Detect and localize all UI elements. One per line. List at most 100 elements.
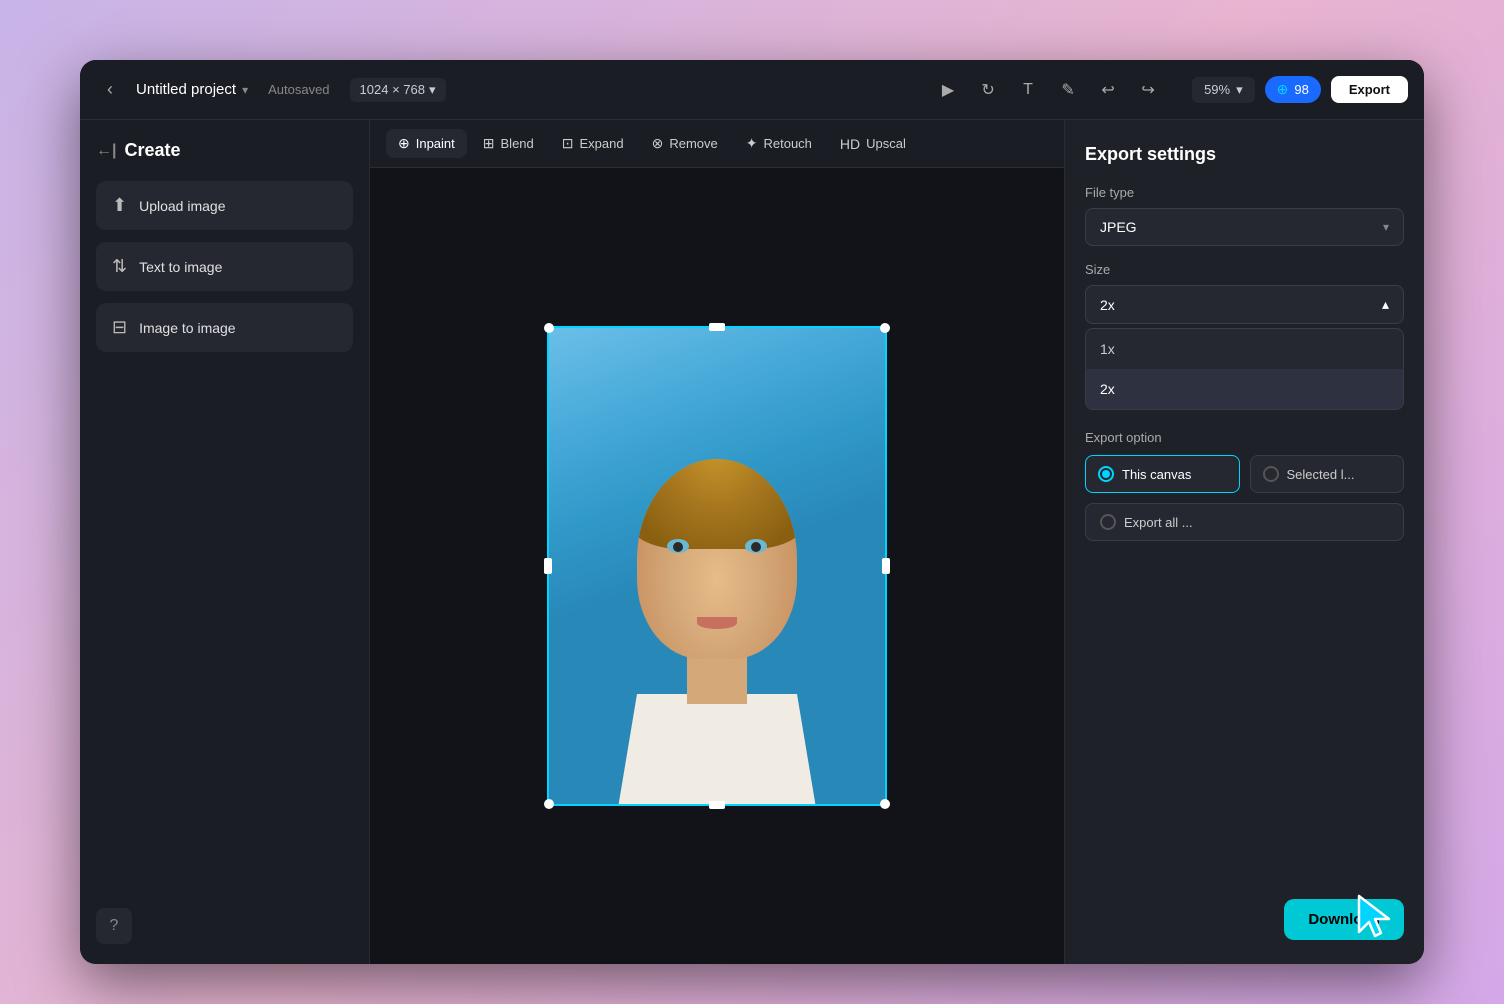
export-all-radio — [1100, 514, 1116, 530]
resize-handle-bm[interactable] — [709, 801, 725, 809]
blend-tool-button[interactable]: ⊞ Blend — [471, 129, 546, 158]
file-type-label: File type — [1085, 185, 1404, 200]
zoom-selector[interactable]: 59% ▾ — [1192, 77, 1255, 103]
size-option-1x-label: 1x — [1100, 341, 1115, 357]
right-panel: Layers History ▾ Export settings File ty… — [1064, 120, 1424, 964]
retouch-icon: ✦ — [746, 135, 758, 152]
canvas-image-container[interactable] — [547, 326, 887, 806]
portrait-hair — [637, 459, 797, 549]
size-option-2x[interactable]: 2x — [1086, 369, 1403, 409]
resize-handle-ml[interactable] — [544, 558, 552, 574]
canvas-image — [549, 328, 885, 804]
resize-handle-mr[interactable] — [882, 558, 890, 574]
sidebar-footer: ? — [96, 908, 353, 944]
upload-image-icon: ⬆ — [112, 195, 127, 216]
size-select-button[interactable]: 2x ▴ — [1085, 285, 1404, 324]
rotate-tool-button[interactable]: ↻ — [972, 74, 1004, 106]
download-button[interactable]: Download — [1284, 899, 1404, 940]
size-chevron-icon: ▴ — [1382, 296, 1389, 313]
image-to-image-icon: ⊟ — [112, 317, 127, 338]
file-type-select[interactable]: JPEG ▾ — [1085, 208, 1404, 246]
remove-tool-button[interactable]: ⊗ Remove — [640, 129, 730, 158]
dimensions-selector[interactable]: 1024 × 768 ▾ — [350, 78, 446, 102]
dimensions-value: 1024 × 768 — [360, 82, 425, 97]
upscal-icon: HD — [840, 136, 860, 152]
main-layout: ←| Create ⬆ Upload image ⇅ Text to image… — [80, 120, 1424, 964]
autosaved-status: Autosaved — [268, 82, 329, 97]
title-chevron-icon: ▾ — [242, 83, 248, 97]
select-tool-button[interactable]: ▶ — [932, 74, 964, 106]
export-options-row: This canvas Selected l... — [1085, 455, 1404, 493]
selected-option[interactable]: Selected l... — [1250, 455, 1405, 493]
size-select-container: 2x ▴ 1x 2x — [1085, 285, 1404, 410]
sidebar-create-label: Create — [124, 140, 180, 161]
app-container: ‹ Untitled project ▾ Autosaved 1024 × 76… — [80, 60, 1424, 964]
retouch-label: Retouch — [763, 136, 811, 151]
remove-label: Remove — [669, 136, 717, 151]
sidebar: ←| Create ⬆ Upload image ⇅ Text to image… — [80, 120, 370, 964]
pen-tool-button[interactable]: ✎ — [1052, 74, 1084, 106]
redo-button[interactable]: ↪ — [1132, 74, 1164, 106]
expand-icon: ⊡ — [562, 135, 574, 152]
zoom-value: 59% — [1204, 82, 1230, 97]
portrait-eye-left — [667, 539, 689, 553]
export-button[interactable]: Export — [1331, 76, 1408, 103]
sidebar-header: ←| Create — [96, 140, 353, 161]
export-panel-title: Export settings — [1085, 144, 1404, 165]
export-option-label: Export option — [1085, 430, 1404, 445]
credits-button[interactable]: ⊕ 98 — [1265, 76, 1321, 103]
portrait-face — [587, 394, 847, 804]
resize-handle-tm[interactable] — [709, 323, 725, 331]
size-option-2x-label: 2x — [1100, 381, 1115, 397]
remove-icon: ⊗ — [652, 135, 664, 152]
dimensions-chevron-icon: ▾ — [429, 82, 436, 98]
topbar-right: 59% ▾ ⊕ 98 Export — [1192, 76, 1408, 103]
help-icon: ? — [110, 917, 119, 935]
resize-handle-tr[interactable] — [880, 323, 890, 333]
blend-icon: ⊞ — [483, 135, 495, 152]
sidebar-item-image-to-image[interactable]: ⊟ Image to image — [96, 303, 353, 352]
file-type-value: JPEG — [1100, 219, 1137, 235]
inpaint-tool-button[interactable]: ⊕ Inpaint — [386, 129, 467, 158]
selected-label: Selected l... — [1287, 467, 1355, 482]
topbar: ‹ Untitled project ▾ Autosaved 1024 × 76… — [80, 60, 1424, 120]
project-title-text: Untitled project — [136, 81, 236, 98]
export-panel: Export settings File type JPEG ▾ Size 2x… — [1065, 120, 1424, 964]
export-all-label: Export all ... — [1124, 515, 1193, 530]
resize-handle-bl[interactable] — [544, 799, 554, 809]
size-option-1x[interactable]: 1x — [1086, 329, 1403, 369]
sidebar-item-upload-image[interactable]: ⬆ Upload image — [96, 181, 353, 230]
inpaint-icon: ⊕ — [398, 135, 410, 152]
portrait-lips — [697, 617, 737, 629]
zoom-chevron-icon: ▾ — [1236, 82, 1243, 98]
help-button[interactable]: ? — [96, 908, 132, 944]
back-button[interactable]: ‹ — [96, 76, 124, 104]
export-all-button[interactable]: Export all ... — [1085, 503, 1404, 541]
resize-handle-br[interactable] — [880, 799, 890, 809]
text-tool-button[interactable]: T — [1012, 74, 1044, 106]
sidebar-back-icon: ←| — [96, 142, 116, 160]
this-canvas-option[interactable]: This canvas — [1085, 455, 1240, 493]
text-to-image-icon: ⇅ — [112, 256, 127, 277]
portrait-head — [637, 459, 797, 659]
blend-label: Blend — [501, 136, 534, 151]
expand-tool-button[interactable]: ⊡ Expand — [550, 129, 636, 158]
project-title[interactable]: Untitled project ▾ — [136, 81, 248, 98]
image-to-image-label: Image to image — [139, 320, 236, 336]
text-to-image-label: Text to image — [139, 259, 222, 275]
size-select-value: 2x — [1100, 297, 1115, 313]
sidebar-item-text-to-image[interactable]: ⇅ Text to image — [96, 242, 353, 291]
tool-group: ▶ ↻ T ✎ ↩ ↪ — [932, 74, 1164, 106]
upload-image-label: Upload image — [139, 198, 225, 214]
undo-button[interactable]: ↩ — [1092, 74, 1124, 106]
retouch-tool-button[interactable]: ✦ Retouch — [734, 129, 824, 158]
inpaint-label: Inpaint — [416, 136, 455, 151]
portrait-shirt — [617, 694, 817, 804]
this-canvas-radio — [1098, 466, 1114, 482]
resize-handle-tl[interactable] — [544, 323, 554, 333]
canvas-viewport[interactable] — [370, 168, 1064, 964]
portrait-eye-right — [745, 539, 767, 553]
size-dropdown: 1x 2x — [1085, 328, 1404, 410]
upscal-tool-button[interactable]: HD Upscal — [828, 130, 918, 158]
upscal-label: Upscal — [866, 136, 906, 151]
